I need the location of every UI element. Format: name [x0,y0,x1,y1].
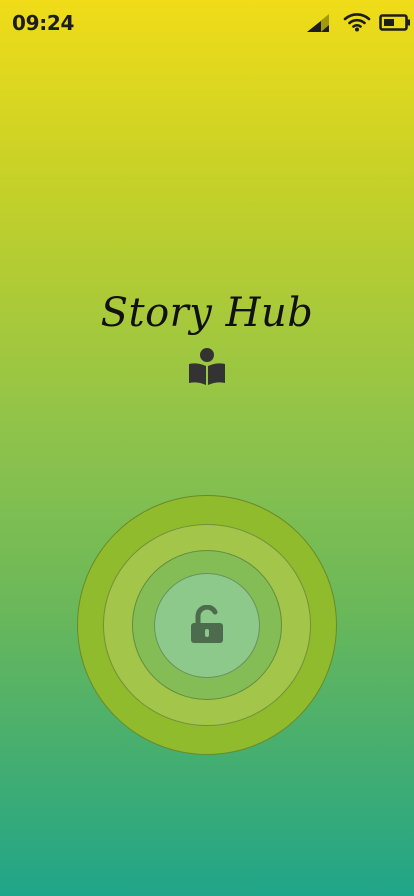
status-bar: 09:24 [0,0,414,48]
battery-icon [379,14,410,31]
unlock-button[interactable] [77,495,337,755]
wifi-icon [343,13,371,32]
signal-icon [307,14,329,32]
reader-book-icon [189,348,225,385]
unlock-icon [191,605,223,643]
app-title: Story Hub [100,290,314,336]
status-time: 09:24 [12,11,75,35]
